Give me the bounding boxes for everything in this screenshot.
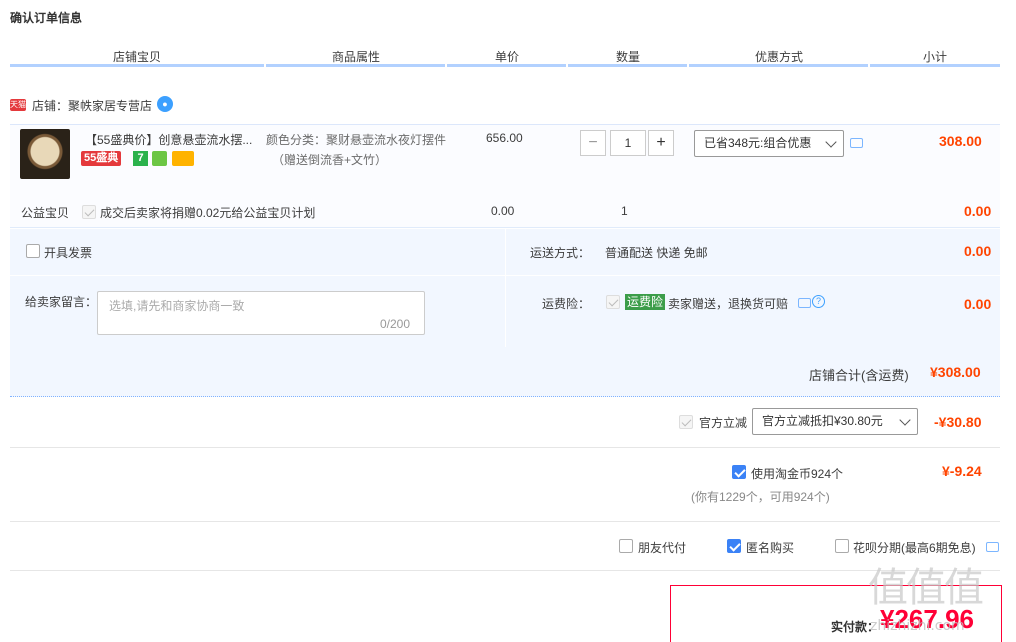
- invoice-label[interactable]: 开具发票: [44, 244, 92, 261]
- shipping-value: 普通配送 快递 免邮: [605, 246, 708, 260]
- seven-day-return-icon: 7: [133, 151, 148, 166]
- official-discount-value: -¥30.80: [934, 414, 982, 430]
- column-header-subtotal: 小计: [922, 50, 947, 64]
- watermark-url: zhizhizhi.com: [870, 618, 965, 634]
- page-title: 确认订单信息: [10, 11, 83, 25]
- panel-divider: [506, 275, 1000, 276]
- charity-label: 公益宝贝: [21, 206, 70, 220]
- invoice-checkbox[interactable]: [26, 244, 40, 258]
- column-header-shop-item: 店铺宝贝: [112, 50, 161, 64]
- item-subtotal: 308.00: [939, 133, 982, 149]
- huabei-label[interactable]: 花呗分期(最高6期免息): [853, 539, 976, 556]
- tao-coin-checkbox[interactable]: [732, 465, 746, 479]
- official-discount-select-value: 官方立减抵扣¥30.80元: [762, 414, 883, 428]
- message-icon[interactable]: [798, 298, 811, 308]
- charity-price: 0.00: [491, 204, 515, 218]
- unit-price: 656.00: [486, 131, 523, 145]
- header-separator: [445, 64, 447, 67]
- column-header-unit-price: 单价: [494, 50, 519, 64]
- memo-char-count: 0/200: [380, 317, 411, 331]
- divider: [10, 521, 1000, 522]
- column-header-attrs: 商品属性: [331, 50, 380, 64]
- badge-55-festival: 55盛典: [81, 151, 122, 166]
- anonymous-checkbox[interactable]: [727, 539, 741, 553]
- product-attr-color: 颜色分类：聚财悬壶流水夜灯摆件: [266, 133, 447, 147]
- shop-name-link[interactable]: 店铺：聚帙家居专营店: [32, 97, 152, 114]
- memo-placeholder: 选填,请先和商家协商一致: [109, 299, 245, 313]
- wangwang-icon[interactable]: ●: [157, 96, 173, 112]
- tao-coin-note: (你有1229个，可用924个): [691, 490, 830, 504]
- watermark: 值值值: [868, 565, 984, 611]
- help-icon[interactable]: ?: [812, 295, 825, 308]
- charity-subtotal: 0.00: [964, 203, 992, 219]
- product-thumbnail[interactable]: [20, 129, 70, 179]
- tmall-icon: 天猫: [10, 99, 26, 111]
- divider: [10, 570, 1000, 571]
- insurance-amount: 0.00: [964, 296, 992, 312]
- charity-checkbox: [82, 205, 96, 219]
- column-header-discount: 优惠方式: [754, 50, 803, 64]
- official-discount-select[interactable]: 官方立减抵扣¥30.80元: [752, 408, 918, 435]
- column-header-quantity: 数量: [615, 50, 640, 64]
- chevron-down-icon: [825, 136, 837, 148]
- shipping-amount: 0.00: [964, 243, 992, 259]
- shop-total-value: ¥308.00: [930, 364, 981, 380]
- huabei-checkbox[interactable]: [835, 539, 849, 553]
- divider: [10, 447, 1000, 448]
- insurance-label: 运费险：: [542, 297, 591, 311]
- friend-pay-checkbox[interactable]: [619, 539, 633, 553]
- friend-pay-label[interactable]: 朋友代付: [638, 539, 686, 556]
- header-separator: [687, 64, 689, 67]
- guarantee-icon: [152, 151, 167, 166]
- panel-divider: [10, 275, 505, 276]
- insurance-tag: 运费险: [625, 294, 666, 310]
- header-underline: [10, 64, 1000, 67]
- message-icon[interactable]: [986, 542, 999, 552]
- message-icon[interactable]: [850, 138, 863, 148]
- tao-coin-label[interactable]: 使用淘金币924个: [751, 465, 843, 482]
- charity-quantity: 1: [621, 204, 628, 218]
- quantity-input[interactable]: 1: [610, 130, 646, 156]
- credit-card-icon: [172, 151, 194, 166]
- insurance-text: 卖家赠送，退换货可赔: [668, 297, 789, 311]
- product-title-link[interactable]: 【55盛典价】创意悬壶流水摆...: [85, 131, 255, 148]
- promotion-select[interactable]: 已省348元:组合优惠: [694, 130, 844, 157]
- product-attr-gift: （赠送倒流香+文竹）: [272, 153, 388, 167]
- insurance-checkbox: [606, 295, 620, 309]
- header-separator: [566, 64, 568, 67]
- memo-label: 给卖家留言：: [25, 295, 98, 309]
- official-discount-checkbox: [679, 415, 693, 429]
- anonymous-label[interactable]: 匿名购买: [746, 539, 794, 556]
- quantity-increase-button[interactable]: +: [648, 130, 674, 156]
- chevron-down-icon: [899, 414, 911, 426]
- quantity-decrease-button[interactable]: −: [580, 130, 606, 156]
- header-separator: [868, 64, 870, 67]
- promotion-select-value: 已省348元:组合优惠: [704, 136, 812, 150]
- shipping-label: 运送方式：: [530, 246, 591, 260]
- shop-total-label: 店铺合计(含运费): [809, 368, 909, 383]
- official-discount-label: 官方立减: [699, 416, 748, 430]
- charity-text: 成交后卖家将捐赠0.02元给公益宝贝计划: [100, 206, 316, 220]
- tao-coin-value: ¥-9.24: [942, 463, 982, 479]
- header-separator: [264, 64, 266, 67]
